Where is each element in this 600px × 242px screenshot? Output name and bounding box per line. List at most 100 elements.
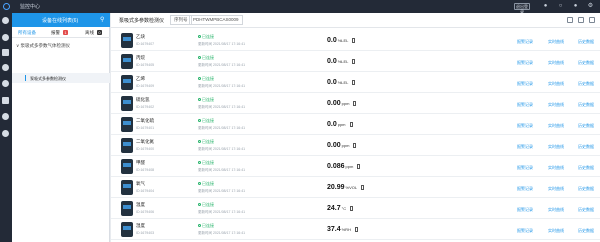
alarm-record-link[interactable]: 报警记录 — [517, 81, 533, 87]
history-data-link[interactable]: 历史数据 — [578, 102, 594, 108]
realtime-curve-link[interactable]: 实时曲线 — [548, 207, 564, 213]
alarm-record-link[interactable]: 报警记录 — [517, 144, 533, 150]
device-group-label: 泵吸式多参数气体检测仪 — [20, 43, 71, 48]
monitor-icon[interactable] — [2, 34, 9, 41]
device-group[interactable]: ∨ 泵吸式多参数气体检测仪 — [16, 43, 70, 49]
realtime-curve-link[interactable]: 实时曲线 — [548, 123, 564, 129]
sensor-image — [121, 33, 133, 48]
settings-icon[interactable] — [2, 113, 9, 120]
realtime-curve-link[interactable]: 实时曲线 — [548, 60, 564, 66]
sensor-name: 氧气 — [136, 181, 145, 186]
alarm-record-link[interactable]: 报警记录 — [517, 60, 533, 66]
sidebar-item-device[interactable]: 泵吸式多参数检测仪 — [12, 73, 110, 83]
history-data-link[interactable]: 历史数据 — [578, 81, 594, 87]
history-data-link[interactable]: 历史数据 — [578, 207, 594, 213]
export-icon[interactable] — [567, 17, 573, 23]
status-text: 已连接 — [202, 55, 214, 60]
reading-unit: ppm — [337, 122, 346, 127]
logout-button[interactable]: 退出登录 — [514, 3, 530, 14]
sensor-id: ID:1679406 — [136, 210, 155, 214]
reading-value: 37.4 — [327, 226, 341, 233]
alarm-record-link[interactable]: 报警记录 — [517, 186, 533, 192]
sensor-name: 乙炔 — [136, 34, 145, 39]
realtime-curve-link[interactable]: 实时曲线 — [548, 39, 564, 45]
realtime-curve-link[interactable]: 实时曲线 — [548, 228, 564, 234]
update-time: 更新时间 2021/08/17 17:16:41 — [198, 63, 246, 67]
sidebar-title: 设备在线列表(6) — [42, 18, 79, 24]
reading-unit: %VOL — [345, 185, 358, 190]
battery-icon — [350, 205, 354, 211]
search-icon[interactable]: ⚲ — [100, 16, 104, 23]
alarm-record-link[interactable]: 报警记录 — [517, 102, 533, 108]
sensor-row: 丙烷 ID:1679405 已连接 更新时间 2021/08/17 17:16:41 0… — [111, 53, 600, 72]
online-icon — [198, 161, 201, 164]
alarm-record-link[interactable]: 报警记录 — [517, 207, 533, 213]
battery-icon — [353, 142, 357, 148]
user-icon[interactable]: ● — [572, 3, 579, 10]
alarm-icon[interactable] — [2, 64, 9, 71]
sensor-image — [121, 96, 133, 111]
sensor-id: ID:1679404 — [136, 189, 155, 193]
alarm-record-link[interactable]: 报警记录 — [517, 123, 533, 129]
icon-rail — [0, 13, 12, 242]
update-time: 更新时间 2021/08/17 17:16:41 — [198, 189, 246, 193]
alarm-record-link[interactable]: 报警记录 — [517, 39, 533, 45]
chart-icon[interactable] — [2, 97, 9, 104]
tab-alarm[interactable]: 报警 — [51, 30, 60, 36]
online-icon — [198, 140, 201, 143]
reading-value: 0.0 — [327, 121, 337, 128]
connection-status: 已连接 — [198, 76, 214, 82]
tab-offline[interactable]: 离线 — [85, 30, 94, 36]
edit-icon[interactable] — [589, 17, 595, 23]
sensor-image — [121, 54, 133, 69]
dashboard-icon[interactable] — [2, 17, 9, 24]
alarm-record-link[interactable]: 报警记录 — [517, 165, 533, 171]
reading-value: 0.0 — [327, 37, 337, 44]
history-data-link[interactable]: 历史数据 — [578, 186, 594, 192]
history-data-link[interactable]: 历史数据 — [578, 144, 594, 150]
message-icon[interactable]: ○ — [557, 3, 564, 10]
connection-status: 已连接 — [198, 160, 214, 166]
settings-icon[interactable]: ⚙ — [587, 3, 594, 10]
realtime-curve-link[interactable]: 实时曲线 — [548, 165, 564, 171]
reading-value: 0.00 — [327, 100, 341, 107]
realtime-curve-link[interactable]: 实时曲线 — [548, 144, 564, 150]
history-data-link[interactable]: 历史数据 — [578, 123, 594, 129]
alarm-record-link[interactable]: 报警记录 — [517, 228, 533, 234]
history-data-link[interactable]: 历史数据 — [578, 60, 594, 66]
sensor-value: 37.4%RH — [327, 226, 358, 233]
online-icon — [198, 203, 201, 206]
reading-value: 0.086 — [327, 163, 345, 170]
reading-value: 0.0 — [327, 79, 337, 86]
location-icon[interactable] — [2, 80, 9, 87]
sensor-row: 乙炔 ID:1679407 已连接 更新时间 2021/08/17 17:16:41 0… — [111, 32, 600, 51]
serial-value: PDHTWMPBCAS0009 — [189, 15, 243, 25]
device-icon[interactable] — [2, 49, 9, 56]
status-text: 已连接 — [202, 118, 214, 123]
update-time: 更新时间 2021/08/17 17:16:41 — [198, 126, 246, 130]
online-icon — [198, 119, 201, 122]
history-data-link[interactable]: 历史数据 — [578, 39, 594, 45]
history-data-link[interactable]: 历史数据 — [578, 228, 594, 234]
sensor-value: 0.086ppm — [327, 163, 361, 170]
realtime-curve-link[interactable]: 实时曲线 — [548, 81, 564, 87]
reading-value: 20.99 — [327, 184, 345, 191]
reading-unit: ppm — [341, 143, 350, 148]
bell-icon[interactable]: ● — [542, 3, 549, 10]
sensor-name: 丙烷 — [136, 55, 145, 60]
history-data-link[interactable]: 历史数据 — [578, 165, 594, 171]
connection-status: 已连接 — [198, 34, 214, 40]
print-icon[interactable] — [578, 17, 584, 23]
user-icon[interactable] — [2, 130, 9, 137]
sensor-image — [121, 201, 133, 216]
sensor-image — [121, 75, 133, 90]
sensor-name: 硫化氢 — [136, 97, 150, 102]
realtime-curve-link[interactable]: 实时曲线 — [548, 186, 564, 192]
realtime-curve-link[interactable]: 实时曲线 — [548, 102, 564, 108]
sensor-image — [121, 138, 133, 153]
tab-all-devices[interactable]: 所有设备 — [18, 30, 36, 36]
connection-status: 已连接 — [198, 202, 214, 208]
reading-value: 0.00 — [327, 142, 341, 149]
update-time: 更新时间 2021/08/17 17:16:41 — [198, 42, 246, 46]
sensor-id: ID:1679405 — [136, 63, 155, 67]
